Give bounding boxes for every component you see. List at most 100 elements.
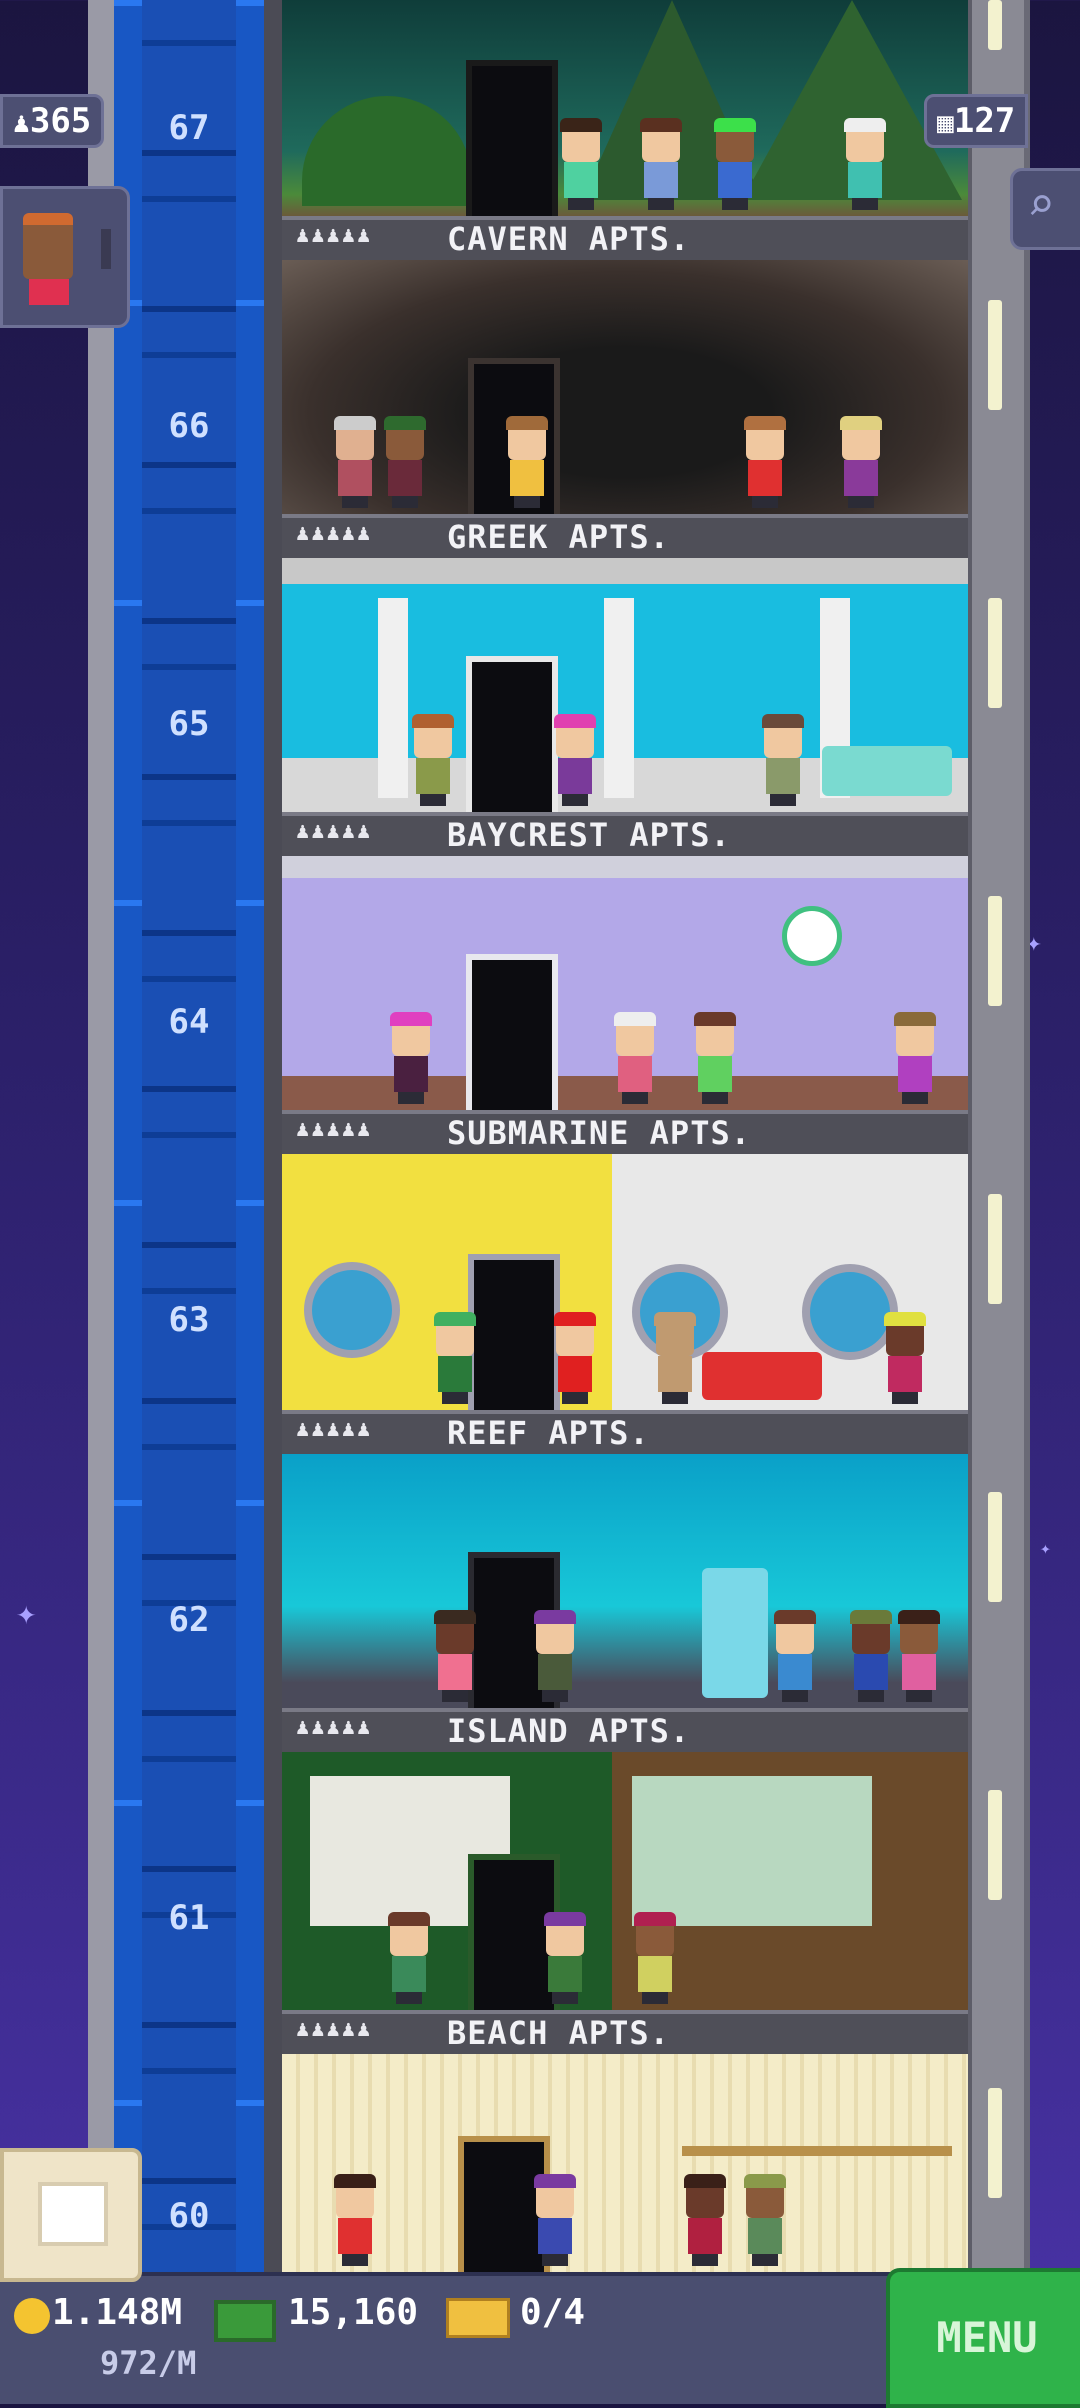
bitizen[interactable] <box>892 1012 938 1104</box>
elevator-edge <box>264 0 282 2280</box>
floor-number-66: 66 <box>168 406 210 446</box>
column <box>378 598 408 798</box>
floor-64[interactable] <box>282 856 968 1110</box>
floor-61[interactable] <box>282 1752 968 2010</box>
building-icon: ▦ <box>937 106 954 139</box>
bitizen[interactable] <box>638 118 684 210</box>
floor-stars: ♟♟♟♟♟ <box>296 1117 373 1142</box>
floor-name: SUBMARINE APTS. <box>447 1114 751 1152</box>
porthole <box>304 1262 400 1358</box>
coin-icon <box>14 2298 50 2334</box>
population-counter[interactable]: ♟365 <box>0 94 105 148</box>
stair-light <box>988 1790 1002 1900</box>
stair-light <box>988 0 1002 50</box>
bitizen[interactable] <box>882 1312 928 1404</box>
shelf <box>682 2146 952 2156</box>
door[interactable] <box>466 656 558 812</box>
floor-name: REEF APTS. <box>447 1414 650 1452</box>
ticket-count: 0/4 <box>520 2292 586 2333</box>
bitizen[interactable] <box>632 1912 678 2004</box>
bitizen[interactable] <box>504 416 550 508</box>
floor-60[interactable] <box>282 2054 968 2272</box>
elevator-shaft[interactable] <box>114 0 264 2280</box>
door[interactable] <box>466 60 558 216</box>
bitizen[interactable] <box>432 1312 478 1404</box>
bitizen[interactable] <box>848 1610 894 1702</box>
floor-count-value: 127 <box>953 101 1016 141</box>
bux-balance: 15,160 <box>288 2292 419 2333</box>
bitizen[interactable] <box>742 416 788 508</box>
bitizen[interactable] <box>712 118 758 210</box>
clock-icon <box>782 906 842 966</box>
floor-stars: ♟♟♟♟♟ <box>296 1715 373 1740</box>
bitizen[interactable] <box>896 1610 942 1702</box>
bitizen[interactable] <box>652 1312 698 1404</box>
stair-light <box>988 1194 1002 1304</box>
floor-62[interactable] <box>282 1454 968 1708</box>
bitizen[interactable] <box>682 2174 728 2266</box>
floor-number-65: 65 <box>168 704 210 744</box>
floor-counter[interactable]: ▦127 <box>924 94 1029 148</box>
search-icon: ⌕ <box>1027 177 1055 231</box>
floor-name: BAYCREST APTS. <box>447 816 731 854</box>
floor-stars: ♟♟♟♟♟ <box>296 819 373 844</box>
coin-balance: 1.148M <box>52 2292 183 2333</box>
box-icon <box>38 2182 108 2246</box>
bux-icon <box>214 2300 276 2342</box>
floor-label-65[interactable]: ♟♟♟♟♟ GREEK APTS. <box>282 514 968 558</box>
floor-number-67: 67 <box>168 108 210 148</box>
bitizen[interactable] <box>386 1912 432 2004</box>
bitizen[interactable] <box>410 714 456 806</box>
bitizen[interactable] <box>532 1610 578 1702</box>
bitizen[interactable] <box>552 714 598 806</box>
door[interactable] <box>468 1254 560 1410</box>
window <box>632 1776 872 1926</box>
bitizen[interactable] <box>382 416 428 508</box>
floor-label-66[interactable]: ♟♟♟♟♟ CAVERN APTS. <box>282 216 968 260</box>
bitizen[interactable] <box>558 118 604 210</box>
stair-light <box>988 896 1002 1006</box>
bitizen[interactable] <box>838 416 884 508</box>
stair-light <box>988 598 1002 708</box>
bitizen[interactable] <box>692 1012 738 1104</box>
column <box>604 598 634 798</box>
floor-label-62[interactable]: ♟♟♟♟♟ REEF APTS. <box>282 1410 968 1454</box>
floor-number-64: 64 <box>168 1002 210 1042</box>
floor-stars: ♟♟♟♟♟ <box>296 521 373 546</box>
bitizen[interactable] <box>772 1610 818 1702</box>
lobby-button[interactable] <box>0 2148 142 2282</box>
sofa <box>822 746 952 796</box>
bitizen[interactable] <box>332 2174 378 2266</box>
search-button[interactable]: ⌕ <box>1010 168 1080 250</box>
bitizen-portrait-button[interactable] <box>0 186 130 328</box>
bitizen[interactable] <box>388 1012 434 1104</box>
portrait-body <box>29 279 69 305</box>
menu-button[interactable]: MENU <box>886 2268 1080 2408</box>
door[interactable] <box>466 954 558 1110</box>
bitizen[interactable] <box>432 1610 478 1702</box>
bitizen[interactable] <box>842 118 888 210</box>
floor-stars: ♟♟♟♟♟ <box>296 223 373 248</box>
portrait-face <box>23 213 73 279</box>
bitizen[interactable] <box>542 1912 588 2004</box>
floor-label-63[interactable]: ♟♟♟♟♟ SUBMARINE APTS. <box>282 1110 968 1154</box>
floor-label-64[interactable]: ♟♟♟♟♟ BAYCREST APTS. <box>282 812 968 856</box>
floor-label-60[interactable]: ♟♟♟♟♟ BEACH APTS. <box>282 2010 968 2054</box>
bitizen[interactable] <box>532 2174 578 2266</box>
floor-65[interactable] <box>282 558 968 812</box>
bitizen[interactable] <box>332 416 378 508</box>
floor-63[interactable] <box>282 1154 968 1410</box>
floor-66[interactable] <box>282 260 968 514</box>
floor-label-61[interactable]: ♟♟♟♟♟ ISLAND APTS. <box>282 1708 968 1752</box>
bitizen[interactable] <box>612 1012 658 1104</box>
stair-light <box>988 2088 1002 2198</box>
tent <box>302 96 472 206</box>
sofa <box>702 1352 822 1400</box>
stair-light <box>988 300 1002 410</box>
bitizen[interactable] <box>742 2174 788 2266</box>
bitizen[interactable] <box>552 1312 598 1404</box>
bitizen[interactable] <box>760 714 806 806</box>
floor-number-61: 61 <box>168 1898 210 1938</box>
floor-67[interactable] <box>282 0 968 216</box>
floor-stars: ♟♟♟♟♟ <box>296 1417 373 1442</box>
